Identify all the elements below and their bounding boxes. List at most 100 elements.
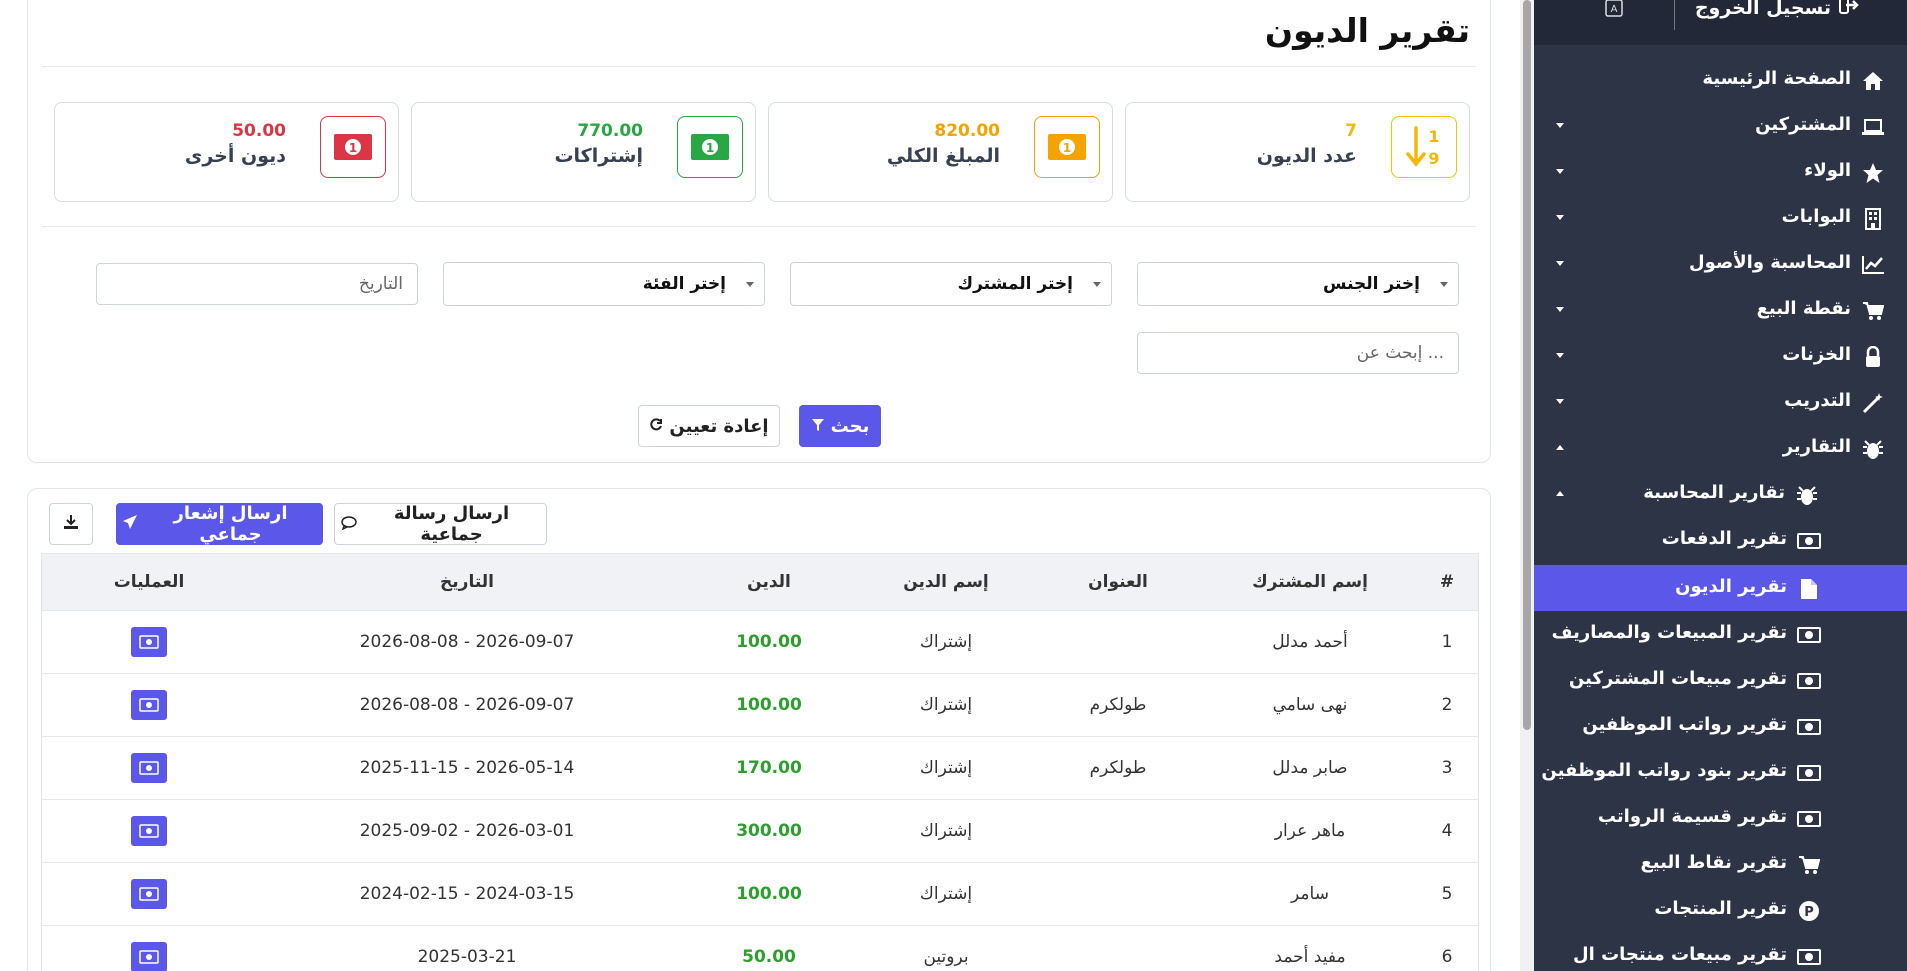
money-bill-icon bbox=[1797, 623, 1821, 647]
bug-icon bbox=[1795, 483, 1819, 507]
money-bill-icon bbox=[139, 634, 159, 649]
language-icon[interactable]: A bbox=[1604, 0, 1624, 22]
chevron-down-icon bbox=[1556, 123, 1564, 128]
pay-button[interactable] bbox=[131, 752, 167, 783]
subscriber-name: سامر bbox=[1204, 861, 1416, 925]
debts-table-card: ارسال إشعار جماعي ارسال رسالة جماعية # إ… bbox=[27, 488, 1491, 971]
sidebar-item-accounting[interactable]: المحاسبة والأصول bbox=[1534, 241, 1907, 287]
divider bbox=[42, 66, 1476, 67]
bulk-message-button[interactable]: ارسال رسالة جماعية bbox=[334, 503, 547, 545]
subscriber-name: مفيد أحمد bbox=[1204, 924, 1416, 971]
debt-amount: 100.00 bbox=[678, 861, 860, 925]
sidebar-item-subscriber-sales-report[interactable]: تقرير مبيعات المشتركين bbox=[1534, 657, 1907, 703]
pay-button[interactable] bbox=[131, 689, 167, 720]
address: طولكرم bbox=[1032, 735, 1204, 799]
gender-select[interactable]: إختر الجنس bbox=[1137, 262, 1459, 306]
operations-cell bbox=[42, 861, 256, 925]
sidebar-item-salary-items-report[interactable]: تقرير بنود رواتب الموظفين bbox=[1534, 749, 1907, 795]
scrollbar-thumb[interactable] bbox=[1523, 0, 1531, 730]
sidebar-item-product-sales-report[interactable]: تقرير مبيعات منتجات ال bbox=[1534, 933, 1907, 971]
money-bill-icon bbox=[1797, 529, 1821, 553]
table-row: 6 مفيد أحمد بروتين 50.00 2025-03-21 bbox=[42, 924, 1478, 971]
comment-icon bbox=[341, 514, 357, 535]
date-range: 2024-03-15 - 2024-02-15 bbox=[256, 861, 678, 925]
sidebar-item-payments-report[interactable]: تقرير الدفعات bbox=[1534, 517, 1907, 563]
sidebar-item-safes[interactable]: الخزنات bbox=[1534, 333, 1907, 379]
table-row: 2 نهى سامي طولكرم إشتراك 100.00 2026-09-… bbox=[42, 672, 1478, 736]
debt-amount: 100.00 bbox=[678, 672, 860, 736]
bulk-notification-button[interactable]: ارسال إشعار جماعي bbox=[116, 503, 323, 545]
row-number: 6 bbox=[1416, 924, 1478, 971]
column-header: العنوان bbox=[1088, 571, 1148, 592]
subscriber-select[interactable]: إختر المشترك bbox=[790, 262, 1112, 306]
sidebar-item-home[interactable]: الصفحة الرئيسية bbox=[1534, 57, 1907, 103]
cart-icon bbox=[1797, 853, 1821, 877]
address bbox=[1032, 861, 1204, 925]
sidebar-item-reports[interactable]: التقارير bbox=[1534, 425, 1907, 471]
debt-name: إشتراك bbox=[860, 672, 1032, 736]
page-scrollbar[interactable] bbox=[1520, 0, 1534, 971]
debt-name: إشتراك bbox=[860, 861, 1032, 925]
address bbox=[1032, 798, 1204, 862]
date-input[interactable] bbox=[96, 263, 418, 305]
home-icon bbox=[1861, 69, 1885, 93]
logout-button[interactable]: تسجيل الخروج bbox=[1695, 0, 1859, 19]
money-bill-icon: 1 bbox=[677, 116, 743, 178]
sidebar-item-payslip-report[interactable]: تقرير قسيمة الرواتب bbox=[1534, 795, 1907, 841]
chevron-down-icon bbox=[1556, 307, 1564, 312]
chevron-down-icon bbox=[1556, 261, 1564, 266]
building-icon bbox=[1861, 207, 1885, 231]
sidebar-item-accounting-reports[interactable]: تقارير المحاسبة bbox=[1534, 471, 1907, 517]
chart-line-icon bbox=[1861, 253, 1885, 277]
sidebar-item-training[interactable]: التدريب bbox=[1534, 379, 1907, 425]
debt-name: إشتراك bbox=[860, 735, 1032, 799]
table-row: 4 ماهر عرار إشتراك 300.00 2026-03-01 - 2… bbox=[42, 798, 1478, 862]
money-bill-icon bbox=[139, 760, 159, 775]
address bbox=[1032, 609, 1204, 673]
table-row: 5 سامر إشتراك 100.00 2024-03-15 - 2024-0… bbox=[42, 861, 1478, 925]
stat-card-subscriptions: 1 770.00 إشتراكات bbox=[411, 102, 756, 202]
main-content: تقرير الديون 1 9 7 عدد الديون 1 820.00 ا… bbox=[0, 0, 1520, 971]
date-range: 2026-09-07 - 2026-08-08 bbox=[256, 672, 678, 736]
svg-text:1: 1 bbox=[1063, 141, 1071, 155]
pay-button[interactable] bbox=[131, 878, 167, 909]
sidebar-item-products-report[interactable]: P تقرير المنتجات bbox=[1534, 887, 1907, 933]
category-select[interactable]: إختر الفئة bbox=[443, 262, 765, 306]
file-icon bbox=[1797, 577, 1821, 601]
address bbox=[1032, 924, 1204, 971]
sidebar-item-pos[interactable]: نقطة البيع bbox=[1534, 287, 1907, 333]
sidebar-item-sales-expenses-report[interactable]: تقرير المبيعات والمصاريف bbox=[1534, 611, 1907, 657]
sidebar-item-subscribers[interactable]: المشتركين bbox=[1534, 103, 1907, 149]
stat-card-debt-count: 1 9 7 عدد الديون bbox=[1125, 102, 1470, 202]
sidebar-item-salaries-report[interactable]: تقرير رواتب الموظفين bbox=[1534, 703, 1907, 749]
sidebar-item-loyalty[interactable]: الولاء bbox=[1534, 149, 1907, 195]
chevron-down-icon bbox=[1440, 282, 1448, 287]
pay-button[interactable] bbox=[131, 941, 167, 971]
debts-table: # إسم المشترك العنوان إسم الدين الدين ال… bbox=[41, 553, 1479, 971]
pay-button[interactable] bbox=[131, 626, 167, 657]
money-bill-icon: 1 bbox=[320, 116, 386, 178]
debt-amount: 170.00 bbox=[678, 735, 860, 799]
debt-amount: 50.00 bbox=[678, 924, 860, 971]
pay-button[interactable] bbox=[131, 815, 167, 846]
search-button[interactable]: بحث bbox=[799, 405, 881, 447]
star-icon bbox=[1861, 161, 1885, 185]
paper-plane-icon bbox=[122, 514, 138, 535]
sidebar-item-debts-report[interactable]: تقرير الديون bbox=[1534, 565, 1907, 611]
column-header: # bbox=[1439, 571, 1455, 592]
sidebar-item-gates[interactable]: البوابات bbox=[1534, 195, 1907, 241]
divider bbox=[42, 226, 1476, 227]
parking-icon: P bbox=[1797, 899, 1821, 923]
magic-wand-icon bbox=[1861, 391, 1885, 415]
chevron-down-icon bbox=[1556, 169, 1564, 174]
search-input[interactable] bbox=[1137, 332, 1459, 374]
operations-cell bbox=[42, 735, 256, 799]
sidebar-item-pos-report[interactable]: تقرير نقاط البيع bbox=[1534, 841, 1907, 887]
download-button[interactable] bbox=[49, 503, 93, 545]
reset-button[interactable]: إعادة تعيين bbox=[638, 405, 780, 447]
operations-cell bbox=[42, 609, 256, 673]
column-header: إسم المشترك bbox=[1252, 571, 1368, 592]
row-number: 5 bbox=[1416, 861, 1478, 925]
table-row: 1 أحمد مدلل إشتراك 100.00 2026-09-07 - 2… bbox=[42, 609, 1478, 673]
debt-name: إشتراك bbox=[860, 798, 1032, 862]
